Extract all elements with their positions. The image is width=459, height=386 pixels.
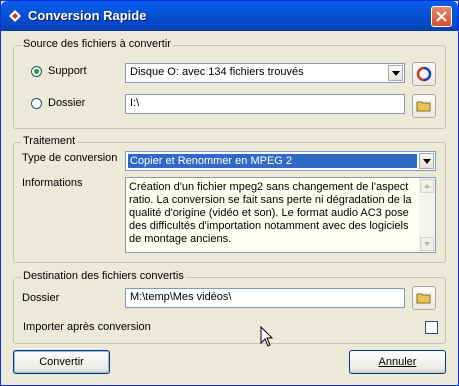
folder-icon bbox=[416, 293, 431, 304]
support-combobox[interactable]: Disque O: avec 134 fichiers trouvés bbox=[125, 63, 405, 83]
close-button[interactable] bbox=[431, 6, 452, 27]
folder-icon bbox=[416, 101, 431, 112]
informations-textbox[interactable]: Création d'un fichier mpeg2 sans changem… bbox=[125, 177, 436, 253]
informations-scrollbar[interactable] bbox=[419, 178, 435, 252]
refresh-icon bbox=[416, 66, 432, 82]
conversion-type-combobox[interactable]: Copier et Renommer en MPEG 2 bbox=[125, 151, 436, 171]
dossier-radio[interactable] bbox=[31, 98, 42, 109]
app-icon bbox=[9, 10, 21, 22]
cancel-button[interactable]: Annuler bbox=[349, 350, 446, 374]
destination-folder-input[interactable]: M:\temp\Mes vidéos\ bbox=[125, 288, 405, 308]
dossier-label[interactable]: Dossier bbox=[48, 97, 85, 109]
support-label[interactable]: Support bbox=[48, 65, 87, 77]
scroll-up-button[interactable] bbox=[420, 179, 434, 193]
traitement-group-label: Traitement bbox=[21, 135, 78, 147]
scroll-down-button[interactable] bbox=[420, 237, 434, 251]
support-radio[interactable] bbox=[31, 66, 42, 77]
import-label: Importer après conversion bbox=[23, 321, 151, 333]
informations-label: Informations bbox=[22, 177, 83, 189]
conversion-dialog: Conversion Rapide Source des fichiers à … bbox=[0, 0, 459, 386]
refresh-button[interactable] bbox=[412, 62, 436, 86]
source-group-label: Source des fichiers à convertir bbox=[21, 38, 173, 50]
conversion-type-value: Copier et Renommer en MPEG 2 bbox=[128, 154, 417, 168]
support-dropdown-button[interactable] bbox=[388, 65, 403, 81]
conversion-type-dropdown-button[interactable] bbox=[419, 153, 434, 169]
cancel-button-label: Annuler bbox=[378, 356, 417, 368]
mouse-cursor-icon bbox=[260, 326, 274, 347]
window-title: Conversion Rapide bbox=[28, 8, 147, 23]
conversion-type-label: Type de conversion bbox=[22, 152, 118, 164]
support-combobox-value: Disque O: avec 134 fichiers trouvés bbox=[130, 66, 304, 78]
source-folder-input[interactable]: I:\ bbox=[125, 94, 405, 114]
destination-browse-button[interactable] bbox=[412, 286, 436, 310]
import-checkbox[interactable] bbox=[425, 321, 438, 334]
destination-group-label: Destination des fichiers convertis bbox=[21, 270, 186, 282]
source-folder-value: I:\ bbox=[130, 97, 140, 109]
destination-folder-label: Dossier bbox=[22, 292, 60, 304]
destination-folder-value: M:\temp\Mes vidéos\ bbox=[130, 291, 232, 303]
convert-button[interactable]: Convertir bbox=[13, 350, 110, 374]
title-bar[interactable]: Conversion Rapide bbox=[1, 1, 458, 31]
informations-text: Création d'un fichier mpeg2 sans changem… bbox=[129, 181, 412, 245]
close-icon bbox=[436, 11, 447, 22]
source-group: Source des fichiers à convertir bbox=[13, 38, 446, 129]
source-browse-button[interactable] bbox=[412, 94, 436, 118]
